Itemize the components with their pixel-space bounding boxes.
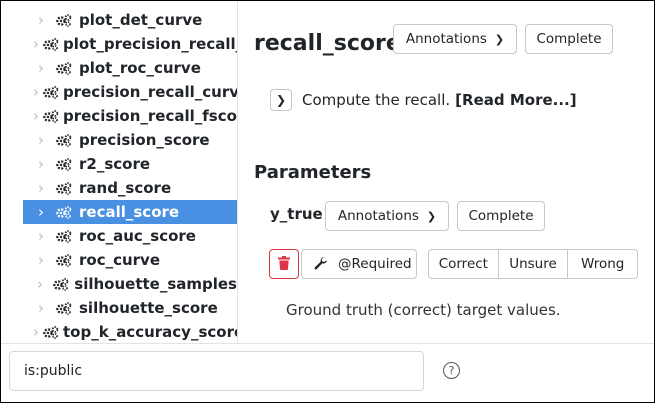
sidebar-item-label: precision_recall_fscore_support	[63, 107, 237, 125]
complete-label: Complete	[468, 208, 534, 224]
read-more-link[interactable]: [Read More...]	[455, 91, 576, 109]
parameters-heading: Parameters	[254, 162, 372, 183]
page-title: recall_score	[254, 31, 401, 56]
sidebar-item-label: silhouette_score	[79, 299, 218, 317]
gears-icon	[53, 301, 75, 315]
annotations-label: Annotations	[405, 31, 487, 47]
sidebar-item-label: precision_score	[79, 131, 210, 149]
chevron-right-icon[interactable]: ›	[33, 11, 49, 29]
sidebar-item-label: plot_det_curve	[79, 11, 203, 29]
footer-divider	[1, 343, 654, 344]
gears-icon	[53, 181, 75, 195]
sidebar-item-plot-precision-recall-curve[interactable]: › plot_precision_recall_curve	[23, 32, 237, 56]
expand-toggle-button[interactable]: ❯	[270, 89, 292, 111]
chevron-right-icon[interactable]: ›	[33, 179, 49, 197]
chevron-right-icon[interactable]: ›	[33, 299, 49, 317]
sidebar-item-top-k-accuracy-score[interactable]: › top_k_accuracy_score	[23, 320, 237, 343]
sidebar-item-rand-score[interactable]: › rand_score	[23, 176, 237, 200]
parameter-complete-button[interactable]: Complete	[457, 201, 545, 231]
chevron-right-icon[interactable]: ›	[33, 323, 39, 341]
gears-icon	[53, 13, 75, 27]
parameter-description: Ground truth (correct) target values.	[286, 301, 561, 319]
chevron-right-icon[interactable]: ›	[33, 35, 39, 53]
complete-button[interactable]: Complete	[525, 24, 613, 54]
gears-icon	[43, 109, 59, 123]
sidebar-item-plot-roc-curve[interactable]: › plot_roc_curve	[23, 56, 237, 80]
sidebar-item-label: plot_roc_curve	[79, 59, 201, 77]
chevron-right-icon[interactable]: ›	[33, 83, 39, 101]
chevron-right-icon[interactable]: ›	[33, 131, 49, 149]
delete-annotation-button[interactable]	[269, 249, 299, 279]
sidebar-item-plot-det-curve[interactable]: › plot_det_curve	[23, 8, 237, 32]
chevron-down-icon: ❯	[494, 32, 505, 46]
chevron-right-icon[interactable]: ›	[33, 251, 49, 269]
sidebar-item-precision-score[interactable]: › precision_score	[23, 128, 237, 152]
gears-icon	[53, 133, 75, 147]
sidebar-item-label: r2_score	[79, 155, 151, 173]
sidebar-item-label: plot_precision_recall_curve	[63, 35, 237, 53]
summary-text: Compute the recall.	[302, 91, 451, 109]
detail-panel: recall_score Annotations ❯ Complete ❯ Co…	[238, 1, 654, 343]
annotations-label: Annotations	[337, 208, 419, 224]
gears-icon	[51, 277, 70, 291]
required-annotation-button[interactable]: @Required	[301, 249, 417, 279]
sidebar-item-precision-recall-fscore-support[interactable]: › precision_recall_fscore_support	[23, 104, 237, 128]
help-icon[interactable]: ?	[443, 362, 460, 379]
chevron-right-icon[interactable]: ›	[33, 203, 49, 221]
parameter-annotations-dropdown-button[interactable]: Annotations ❯	[325, 201, 449, 231]
chevron-right-icon[interactable]: ›	[33, 275, 47, 293]
gears-icon	[53, 157, 75, 171]
gears-icon	[43, 85, 59, 99]
complete-label: Complete	[536, 31, 602, 47]
sidebar-item-silhouette-samples[interactable]: › silhouette_samples	[23, 272, 237, 296]
app-window: › plot_det_curve › plot_precision_recall…	[0, 0, 655, 403]
sidebar-item-roc-auc-score[interactable]: › roc_auc_score	[23, 224, 237, 248]
search-input[interactable]	[9, 351, 424, 391]
chevron-right-icon[interactable]: ›	[33, 227, 49, 245]
summary-row: ❯ Compute the recall. [Read More...]	[270, 89, 577, 111]
sidebar-item-label: recall_score	[79, 203, 180, 221]
gears-icon	[53, 229, 75, 243]
sidebar-item-label: rand_score	[79, 179, 172, 197]
annotations-dropdown-button[interactable]: Annotations ❯	[393, 24, 517, 54]
chevron-right-icon[interactable]: ›	[33, 59, 49, 77]
sidebar-item-r2-score[interactable]: › r2_score	[23, 152, 237, 176]
status-wrong-button[interactable]: Wrong	[568, 250, 637, 278]
sidebar-item-recall-score[interactable]: › recall_score	[23, 200, 237, 224]
sidebar-tree: › plot_det_curve › plot_precision_recall…	[1, 1, 237, 343]
sidebar-item-roc-curve[interactable]: › roc_curve	[23, 248, 237, 272]
chevron-right-icon[interactable]: ›	[33, 155, 49, 173]
sidebar-item-label: precision_recall_curve	[63, 83, 237, 101]
required-label: @Required	[338, 256, 412, 272]
sidebar-item-silhouette-score[interactable]: › silhouette_score	[23, 296, 237, 320]
trash-icon	[278, 255, 290, 274]
sidebar-item-label: roc_curve	[79, 251, 161, 269]
review-status-group: Correct Unsure Wrong	[428, 249, 638, 279]
chevron-right-icon[interactable]: ›	[33, 107, 39, 125]
gears-icon	[43, 325, 59, 339]
sidebar-item-precision-recall-curve[interactable]: › precision_recall_curve	[23, 80, 237, 104]
gears-icon	[53, 61, 75, 75]
gears-icon	[43, 37, 59, 51]
status-correct-button[interactable]: Correct	[429, 250, 499, 278]
gears-icon	[53, 253, 75, 267]
gears-icon	[53, 205, 75, 219]
wrench-icon	[314, 257, 328, 271]
sidebar-item-label: silhouette_samples	[74, 275, 237, 293]
chevron-right-icon: ❯	[275, 93, 287, 107]
status-unsure-button[interactable]: Unsure	[499, 250, 569, 278]
parameter-name: y_true	[270, 205, 323, 223]
sidebar-item-label: roc_auc_score	[79, 227, 196, 245]
chevron-down-icon: ❯	[426, 209, 437, 223]
sidebar-item-label: top_k_accuracy_score	[63, 323, 237, 341]
